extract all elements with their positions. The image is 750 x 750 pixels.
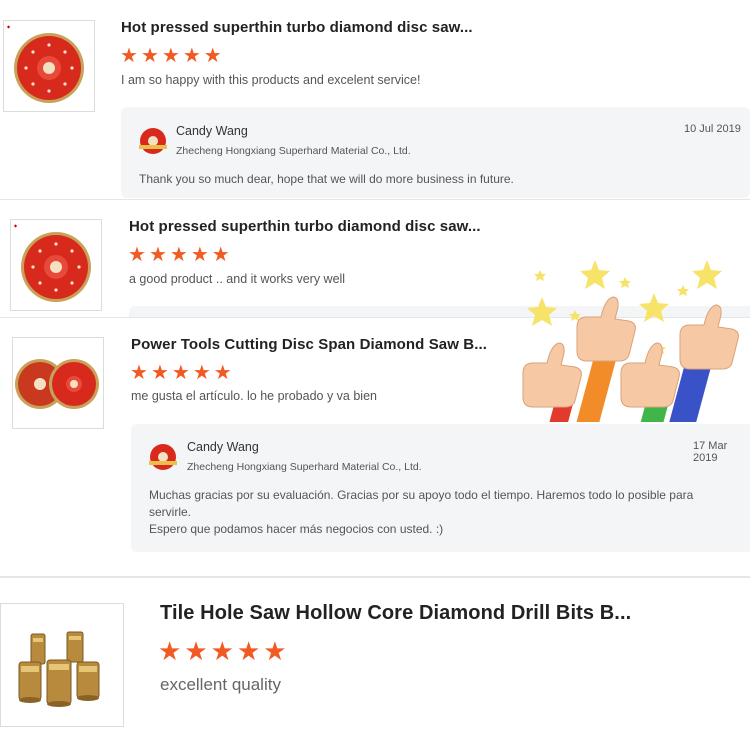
star-icon: ★ <box>203 45 222 67</box>
star-icon: ★ <box>190 244 209 266</box>
thumbs-up-hand-icon <box>522 342 582 408</box>
two-diamond-saw-discs-icon <box>15 359 99 409</box>
star-icon: ★ <box>184 636 208 666</box>
seller-reply: Candy Wang Zhecheng Hongxiang Superhard … <box>121 107 750 198</box>
reply-author-name: Candy Wang <box>176 124 248 138</box>
product-thumbnail[interactable]: ◆ <box>10 219 102 311</box>
seller-reply: Candy Wang Zhecheng Hongxiang Superhard … <box>131 424 750 552</box>
star-icon: ★ <box>130 362 148 384</box>
star-icon: ★ <box>236 636 261 666</box>
rating-stars: ★ ★ ★ ★ ★ <box>130 363 232 383</box>
review-card: ◆ Hot pressed superthin turbo diamond di… <box>0 0 750 198</box>
product-thumbnail[interactable] <box>0 603 124 727</box>
star-icon <box>534 270 546 281</box>
star-icon: ★ <box>161 45 180 67</box>
review-text: me gusta el artículo. lo he probado y va… <box>131 389 377 403</box>
star-icon <box>527 297 557 326</box>
review-card: Tile Hole Saw Hollow Core Diamond Drill … <box>0 576 750 750</box>
star-icon <box>677 285 689 296</box>
product-thumbnail[interactable]: ◆ <box>3 20 95 112</box>
brand-logo-icon: ◆ <box>14 223 18 228</box>
star-icon: ★ <box>213 362 232 384</box>
star-icon: ★ <box>171 362 190 384</box>
thumbs-up-hand-icon <box>576 296 636 362</box>
avatar <box>149 444 177 470</box>
star-icon <box>580 260 610 289</box>
rating-stars: ★ ★ ★ ★ ★ <box>120 46 222 66</box>
product-thumbnail[interactable] <box>12 337 104 429</box>
star-icon <box>639 293 669 322</box>
star-icon: ★ <box>150 362 169 384</box>
gold-core-drill-bits-icon <box>18 631 100 707</box>
star-icon: ★ <box>158 636 182 666</box>
product-title[interactable]: Hot pressed superthin turbo diamond disc… <box>121 19 473 36</box>
reply-text: Thank you so much dear, hope that we wil… <box>139 172 514 186</box>
star-icon: ★ <box>140 45 159 67</box>
star-icon: ★ <box>211 244 230 266</box>
product-title[interactable]: Power Tools Cutting Disc Span Diamond Sa… <box>131 336 487 353</box>
thumbs-up-stars-illustration <box>522 260 739 422</box>
reply-date: 17 Mar 2019 <box>693 440 728 464</box>
review-text: I am so happy with this products and exc… <box>121 73 421 87</box>
star-icon: ★ <box>148 244 167 266</box>
product-title[interactable]: Tile Hole Saw Hollow Core Diamond Drill … <box>160 602 631 625</box>
star-icon: ★ <box>263 636 287 666</box>
reply-author-name: Candy Wang <box>187 440 259 454</box>
reply-date: 10 Jul 2019 <box>684 123 741 135</box>
star-icon: ★ <box>169 244 188 266</box>
review-text: a good product .. and it works very well <box>129 272 346 286</box>
star-icon: ★ <box>192 362 211 384</box>
review-text: excellent quality <box>160 675 281 694</box>
star-icon: ★ <box>128 244 146 266</box>
star-icon <box>692 260 722 289</box>
product-title[interactable]: Hot pressed superthin turbo diamond disc… <box>129 218 481 235</box>
reply-text-line: servirle. <box>149 505 192 519</box>
star-icon: ★ <box>120 45 138 67</box>
thumbs-up-hand-icon <box>679 304 739 370</box>
star-icon <box>619 277 631 288</box>
brand-logo-icon: ◆ <box>7 24 11 29</box>
reply-text-line: Espero que podamos hacer más negocios co… <box>149 522 444 536</box>
reply-text: Muchas gracias por su evaluación. Gracia… <box>149 487 747 538</box>
diamond-saw-disc-icon <box>14 33 84 103</box>
orange-bar <box>575 353 617 422</box>
avatar <box>139 128 167 154</box>
star-icon: ★ <box>210 636 234 666</box>
reply-company: Zhecheng Hongxiang Superhard Material Co… <box>187 461 422 473</box>
rating-stars: ★ ★ ★ ★ ★ <box>158 638 287 664</box>
rating-stars: ★ ★ ★ ★ ★ <box>128 245 230 265</box>
reply-company: Zhecheng Hongxiang Superhard Material Co… <box>176 145 411 157</box>
diamond-saw-disc-icon <box>21 232 91 302</box>
reply-text-line: Muchas gracias por su evaluación. Gracia… <box>149 488 694 502</box>
star-icon: ★ <box>182 45 201 67</box>
